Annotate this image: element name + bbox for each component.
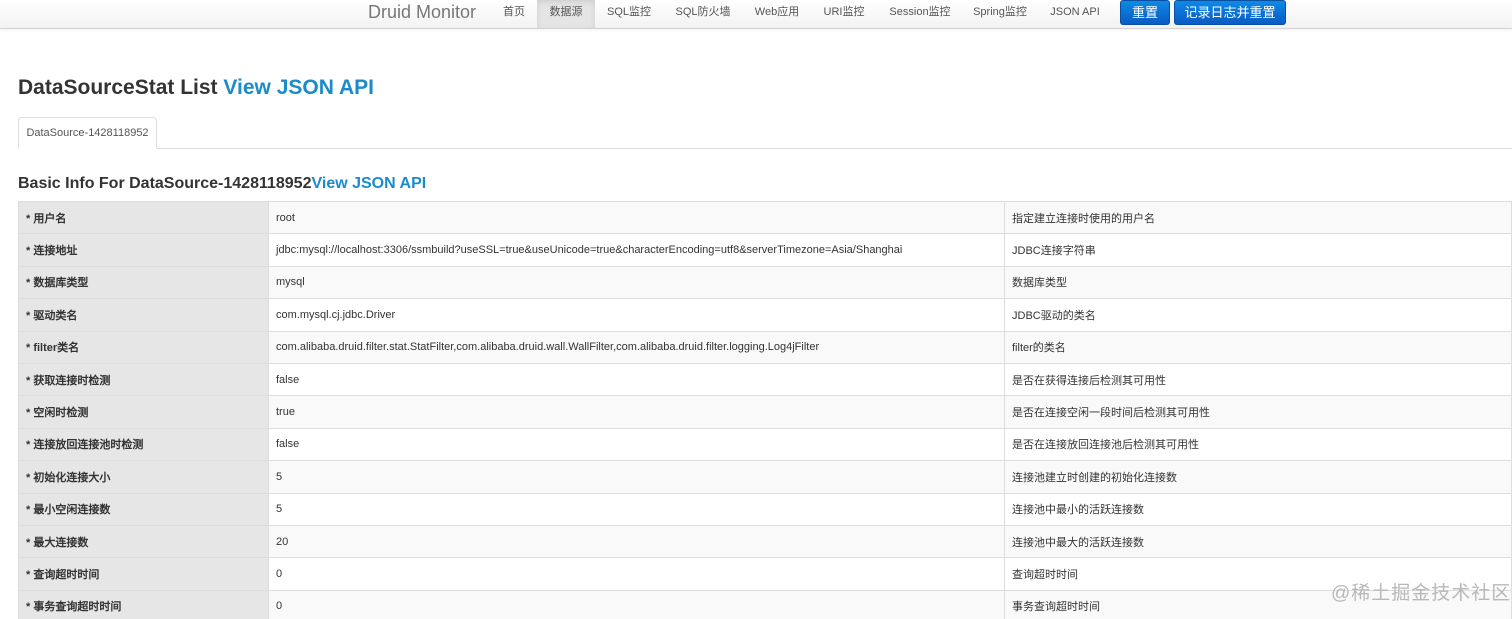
table-row: * 连接放回连接池时检测 false 是否在连接放回连接池后检测其可用性 (18, 427, 1512, 462)
table-row: * filter类名 com.alibaba.druid.filter.stat.… (18, 330, 1512, 364)
row-key: * 连接地址 (18, 233, 269, 267)
row-value: com.mysql.cj.jdbc.Driver (268, 298, 1005, 332)
row-value: 20 (268, 524, 1005, 559)
row-key: * 最小空闲连接数 (18, 492, 269, 526)
row-key: * 事务查询超时时间 (18, 589, 269, 619)
row-value: 0 (268, 557, 1005, 591)
table-row: * 最小空闲连接数 5 连接池中最小的活跃连接数 (18, 492, 1512, 526)
row-value: false (268, 362, 1005, 397)
row-description: 连接池中最小的活跃连接数 (1004, 492, 1512, 526)
table-row: * 查询超时时间 0 查询超时时间 (18, 557, 1512, 591)
section-json-api-link[interactable]: View JSON API (311, 175, 426, 192)
top-navbar: Druid Monitor 首页 数据源 SQL监控 SQL防火墙 Web应用 … (0, 0, 1512, 29)
nav-item-json-api[interactable]: JSON API (1040, 0, 1110, 28)
nav-item-sql-firewall[interactable]: SQL防火墙 (666, 0, 740, 28)
row-description: 连接池建立时创建的初始化连接数 (1004, 460, 1512, 494)
log-and-reset-button[interactable]: 记录日志并重置 (1174, 0, 1286, 25)
row-description: JDBC驱动的类名 (1004, 298, 1512, 332)
tab-divider (18, 148, 1512, 149)
table-row: * 数据库类型 mysql 数据库类型 (18, 265, 1512, 300)
table-row: * 连接地址 jdbc:mysql://localhost:3306/ssmbui… (18, 233, 1512, 267)
row-value: com.alibaba.druid.filter.stat.StatFilter… (268, 330, 1005, 364)
table-row: * 用户名 root 指定建立连接时使用的用户名 (18, 200, 1512, 235)
basic-info-table: * 用户名 root 指定建立连接时使用的用户名 * 连接地址 jdbc:mysql:… (18, 200, 1512, 619)
brand-title[interactable]: Druid Monitor (368, 1, 476, 23)
nav-item-home[interactable]: 首页 (495, 0, 533, 28)
row-description: 是否在连接空闲一段时间后检测其可用性 (1004, 395, 1512, 429)
row-value: 0 (268, 589, 1005, 619)
nav-item-uri-monitor[interactable]: URI监控 (814, 0, 874, 28)
row-key: * 空闲时检测 (18, 395, 269, 429)
nav-item-datasource[interactable]: 数据源 (537, 0, 595, 28)
row-key: * filter类名 (18, 330, 269, 364)
row-value: mysql (268, 265, 1005, 300)
row-value: true (268, 395, 1005, 429)
row-description: 是否在获得连接后检测其可用性 (1004, 362, 1512, 397)
row-key: * 用户名 (18, 200, 269, 235)
nav-item-sql-monitor[interactable]: SQL监控 (598, 0, 660, 28)
watermark-text: @稀土掘金技术社区 (1331, 583, 1512, 604)
table-row: * 初始化连接大小 5 连接池建立时创建的初始化连接数 (18, 460, 1512, 494)
row-description: 是否在连接放回连接池后检测其可用性 (1004, 427, 1512, 462)
table-row: * 事务查询超时时间 0 事务查询超时时间 (18, 589, 1512, 619)
tab-datasource[interactable]: DataSource-1428118952 (18, 117, 157, 149)
row-value: jdbc:mysql://localhost:3306/ssmbuild?use… (268, 233, 1005, 267)
page-title: DataSourceStat List View JSON API (18, 76, 374, 100)
nav-item-web-app[interactable]: Web应用 (746, 0, 808, 28)
row-value: 5 (268, 492, 1005, 526)
table-row: * 驱动类名 com.mysql.cj.jdbc.Driver JDBC驱动的类名 (18, 298, 1512, 332)
row-key: * 查询超时时间 (18, 557, 269, 591)
row-description: 指定建立连接时使用的用户名 (1004, 200, 1512, 235)
row-description: filter的类名 (1004, 330, 1512, 364)
row-key: * 数据库类型 (18, 265, 269, 300)
row-value: root (268, 200, 1005, 235)
nav-item-spring-monitor[interactable]: Spring监控 (966, 0, 1034, 28)
row-key: * 连接放回连接池时检测 (18, 427, 269, 462)
view-json-api-link[interactable]: View JSON API (223, 76, 374, 99)
table-row: * 获取连接时检测 false 是否在获得连接后检测其可用性 (18, 362, 1512, 397)
row-key: * 驱动类名 (18, 298, 269, 332)
row-value: 5 (268, 460, 1005, 494)
row-description: 数据库类型 (1004, 265, 1512, 300)
row-description: JDBC连接字符串 (1004, 233, 1512, 267)
table-row: * 空闲时检测 true 是否在连接空闲一段时间后检测其可用性 (18, 395, 1512, 429)
reset-button[interactable]: 重置 (1120, 0, 1170, 25)
page-title-text: DataSourceStat List (18, 76, 218, 99)
row-key: * 获取连接时检测 (18, 362, 269, 397)
row-key: * 最大连接数 (18, 524, 269, 559)
section-title-text: Basic Info For DataSource-1428118952 (18, 175, 312, 192)
table-row: * 最大连接数 20 连接池中最大的活跃连接数 (18, 524, 1512, 559)
row-description: 连接池中最大的活跃连接数 (1004, 524, 1512, 559)
row-value: false (268, 427, 1005, 462)
row-key: * 初始化连接大小 (18, 460, 269, 494)
nav-item-session-monitor[interactable]: Session监控 (880, 0, 960, 28)
section-title: Basic Info For DataSource-1428118952View… (18, 175, 426, 193)
